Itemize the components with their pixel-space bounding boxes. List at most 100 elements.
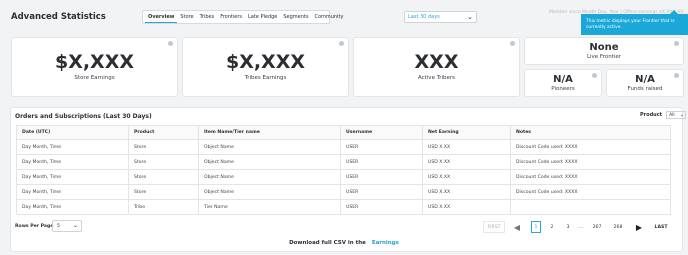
username-cell: USER — [340, 169, 423, 185]
chevron-down-icon: ⌄ — [72, 222, 78, 229]
column-header[interactable]: Username — [340, 125, 423, 140]
active-tribers-value: XXX — [414, 51, 459, 73]
tab-store[interactable]: Store — [177, 11, 196, 23]
tab-tribes[interactable]: Tribes — [197, 11, 218, 23]
first-page-button[interactable]: FIRST — [483, 221, 505, 233]
table-row: Day Month, Time Store Object Name USER U… — [16, 169, 671, 185]
notes-cell: Discount Code used: XXXX — [510, 184, 671, 200]
tribes-earnings-card: $X,XXX Tribes Earnings — [182, 37, 349, 97]
date-cell: Day Month, Time — [16, 184, 129, 200]
pioneers-value: N/A — [553, 74, 573, 85]
table-row: Day Month, Time Tribe Tier Name USER USD… — [16, 199, 671, 215]
item-name-cell: Object Name — [198, 169, 341, 185]
product-cell: Store — [128, 184, 199, 200]
pioneers-card: N/A Pioneers — [524, 69, 602, 97]
product-filter-label: Product — [640, 112, 663, 118]
column-header[interactable]: Net Earning — [422, 125, 511, 140]
date-cell: Day Month, Time — [16, 169, 129, 185]
username-cell: USER — [340, 199, 423, 215]
notes-cell: Discount Code used: XXXX — [510, 169, 671, 185]
pioneers-label: Pioneers — [551, 86, 575, 92]
page-button[interactable]: 268 — [611, 221, 625, 233]
tab-overview[interactable]: Overview — [145, 11, 178, 23]
tab-community[interactable]: Community — [311, 11, 346, 23]
tribes-earnings-label: Tribes Earnings — [244, 75, 287, 81]
period-select[interactable]: Last 30 days ⌄ — [404, 11, 477, 23]
live-frontier-value: None — [589, 42, 619, 53]
store-earnings-label: Store Earnings — [74, 75, 115, 81]
page-button[interactable]: 2 — [547, 221, 557, 233]
rows-per-page-label: Rows Per Page — [15, 224, 54, 229]
info-icon[interactable] — [674, 73, 679, 78]
item-name-cell: Object Name — [198, 139, 341, 155]
chevron-left-icon[interactable]: ◀ — [512, 221, 522, 233]
date-cell: Day Month, Time — [16, 154, 129, 170]
table-row: Day Month, Time Store Object Name USER U… — [16, 184, 671, 200]
tribes-earnings-value: $X,XXX — [225, 51, 306, 73]
product-cell: Store — [128, 169, 199, 185]
store-earnings-value: $X,XXX — [54, 51, 135, 73]
live-frontier-card: None Live Frontier — [524, 37, 684, 65]
store-earnings-card: $X,XXX Store Earnings — [11, 37, 178, 97]
info-icon[interactable] — [674, 41, 679, 46]
notes-cell — [510, 199, 671, 215]
net-earning-cell: USD X.XX — [422, 184, 511, 200]
column-header[interactable]: Notes — [510, 125, 671, 140]
date-cell: Day Month, Time — [16, 199, 129, 215]
funds-raised-card: N/A Funds raised — [606, 69, 684, 97]
item-name-cell: Object Name — [198, 154, 341, 170]
rows-per-page-select[interactable]: 5 ⌄ — [52, 220, 82, 232]
column-header[interactable]: Item Name/Tier name — [198, 125, 341, 140]
product-cell: Store — [128, 154, 199, 170]
tab-frontiers[interactable]: Frontiers — [217, 11, 245, 23]
funds-raised-value: N/A — [635, 74, 655, 85]
earnings-link[interactable]: Earnings — [372, 240, 399, 246]
info-tooltip: This metric displays your Frontier that … — [581, 14, 688, 35]
product-filter: Product All ⌄ — [640, 111, 687, 119]
info-icon[interactable] — [592, 73, 597, 78]
notes-cell: Discount Code used: XXXX — [510, 139, 671, 155]
active-tribers-card: XXX Active Tribers — [353, 37, 520, 97]
section-tabs: Overview Store Tribes Frontiers Late Ple… — [142, 10, 343, 24]
column-header[interactable]: Date (UTC) — [16, 125, 129, 140]
info-icon[interactable] — [339, 41, 344, 46]
product-cell: Tribe — [128, 199, 199, 215]
username-cell: USER — [340, 184, 423, 200]
tab-segments[interactable]: Segments — [280, 11, 311, 23]
page-button[interactable]: 1 — [531, 221, 541, 233]
username-cell: USER — [340, 154, 423, 170]
active-tribers-label: Active Tribers — [417, 75, 456, 81]
notes-cell: Discount Code used: XXXX — [510, 154, 671, 170]
info-icon[interactable] — [168, 41, 173, 46]
csv-download-note: Download full CSV in the Earnings — [0, 240, 688, 246]
funds-raised-label: Funds raised — [627, 86, 663, 92]
net-earning-cell: USD X.XX — [422, 169, 511, 185]
rows-per-page-value: 5 — [57, 223, 60, 229]
username-cell: USER — [340, 139, 423, 155]
table-row: Day Month, Time Store Object Name USER U… — [16, 154, 671, 170]
product-filter-value: All — [669, 112, 675, 118]
page-ellipsis: ... — [578, 224, 584, 230]
tab-late-pledge[interactable]: Late Pledge — [245, 11, 280, 23]
last-page-button[interactable]: LAST — [652, 221, 670, 233]
column-header[interactable]: Product — [128, 125, 199, 140]
table-header-row: Date (UTC) Product Item Name/Tier name U… — [16, 125, 671, 140]
table-row: Day Month, Time Store Object Name USER U… — [16, 139, 671, 155]
product-filter-select[interactable]: All ⌄ — [666, 111, 687, 119]
page-button[interactable]: 3 — [563, 221, 573, 233]
item-name-cell: Tier Name — [198, 199, 341, 215]
info-icon[interactable] — [510, 41, 515, 46]
period-value: Last 30 days — [408, 14, 440, 20]
net-earning-cell: USD X.XX — [422, 139, 511, 155]
page-button[interactable]: 267 — [590, 221, 604, 233]
csv-text: Download full CSV in the — [289, 240, 366, 246]
orders-title: Orders and Subscriptions (Last 30 Days) — [15, 113, 152, 120]
live-frontier-label: Live Frontier — [586, 54, 622, 60]
chevron-down-icon: ⌄ — [679, 112, 685, 118]
net-earning-cell: USD X.XX — [422, 199, 511, 215]
date-cell: Day Month, Time — [16, 139, 129, 155]
orders-table: Date (UTC) Product Item Name/Tier name U… — [16, 125, 671, 215]
page-title: Advanced Statistics — [11, 12, 106, 22]
chevron-right-icon[interactable]: ▶ — [634, 221, 644, 233]
net-earning-cell: USD X.XX — [422, 154, 511, 170]
